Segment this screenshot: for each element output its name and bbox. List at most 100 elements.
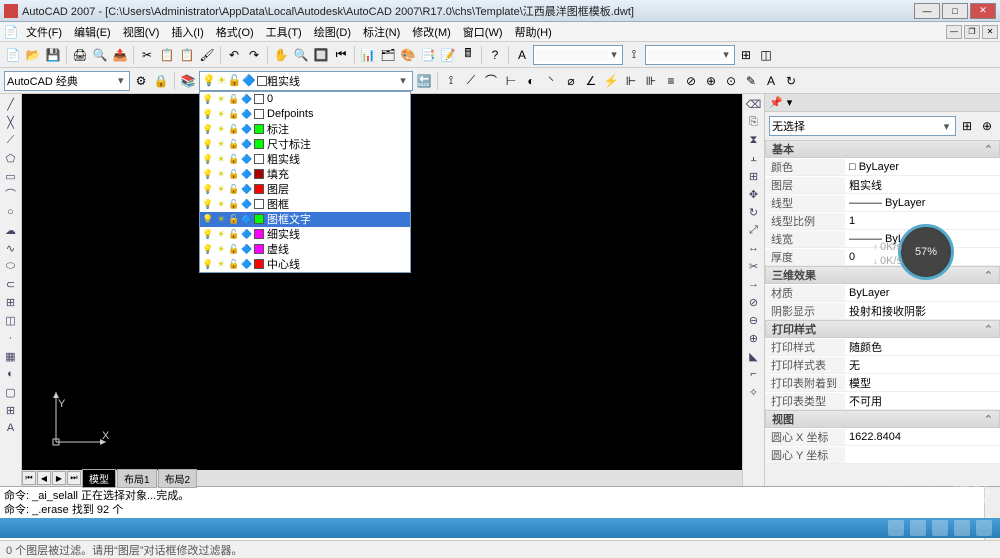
zoom-win-icon[interactable]: 🔲	[312, 46, 330, 64]
dim-break-icon[interactable]: ⊘	[682, 72, 700, 90]
ellipse-icon[interactable]: ⬭	[3, 258, 19, 274]
textstyle-icon[interactable]: A	[513, 46, 531, 64]
dimstyle-combo[interactable]: ▾	[645, 45, 735, 65]
doc-restore-button[interactable]: ❐	[964, 25, 980, 39]
break-icon[interactable]: ⊖	[746, 312, 762, 328]
tab-first-icon[interactable]: ⏮	[22, 471, 36, 485]
quickselect-icon[interactable]: ⊞	[958, 117, 976, 135]
bb-icon[interactable]	[954, 520, 970, 536]
dim-dia-icon[interactable]: ⌀	[562, 72, 580, 90]
prop-section-header[interactable]: 打印样式⌃	[765, 320, 1000, 338]
layer-mgr-icon[interactable]: 📚	[179, 72, 197, 90]
layer-item[interactable]: 💡☀🔓🔷填充	[200, 167, 410, 182]
offset-icon[interactable]: ⫠	[746, 150, 762, 166]
prop-row[interactable]: 打印表附着到模型	[765, 374, 1000, 392]
doc-close-button[interactable]: ✕	[982, 25, 998, 39]
dim-space-icon[interactable]: ≡	[662, 72, 680, 90]
copy-icon[interactable]: 📋	[158, 46, 176, 64]
dim-ang-icon[interactable]: ∠	[582, 72, 600, 90]
table-icon[interactable]: ⊞	[737, 46, 755, 64]
pickadd-icon[interactable]: ⊕	[978, 117, 996, 135]
tool-pal-icon[interactable]: 🎨	[399, 46, 417, 64]
calc-icon[interactable]: 🖩	[459, 46, 477, 64]
region-icon[interactable]: ▢	[3, 384, 19, 400]
bb-icon[interactable]	[932, 520, 948, 536]
tab-layout2[interactable]: 布局2	[158, 469, 198, 488]
hatch-icon[interactable]: ▦	[3, 348, 19, 364]
prop-row[interactable]: 颜色□ ByLayer	[765, 158, 1000, 176]
dim-jog-icon[interactable]: ⸌	[542, 72, 560, 90]
prop-row[interactable]: 打印样式表无	[765, 356, 1000, 374]
table-icon[interactable]: ⊞	[3, 402, 19, 418]
menu-file[interactable]: 文件(F)	[20, 22, 68, 42]
layer-item[interactable]: 💡☀🔓🔷尺寸标注	[200, 137, 410, 152]
markup-icon[interactable]: 📝	[439, 46, 457, 64]
dim-aligned-icon[interactable]: ⟋	[462, 72, 480, 90]
menu-edit[interactable]: 编辑(E)	[68, 22, 117, 42]
doc-minimize-button[interactable]: —	[946, 25, 962, 39]
workspace-combo[interactable]: ▾	[4, 71, 130, 91]
spline-icon[interactable]: ∿	[3, 240, 19, 256]
array-icon[interactable]: ⊞	[746, 168, 762, 184]
dim-tedit-icon[interactable]: A	[762, 72, 780, 90]
revcloud-icon[interactable]: ☁	[3, 222, 19, 238]
center-mark-icon[interactable]: ⊙	[722, 72, 740, 90]
dim-base-icon[interactable]: ⊩	[622, 72, 640, 90]
layer-dropdown[interactable]: 💡☀🔓🔷0💡☀🔓🔷Defpoints💡☀🔓🔷标注💡☀🔓🔷尺寸标注💡☀🔓🔷粗实线💡…	[199, 91, 411, 273]
prop-row[interactable]: 线型——— ByLayer	[765, 194, 1000, 212]
copy-obj-icon[interactable]: ⎘	[746, 114, 762, 130]
menu-window[interactable]: 窗口(W)	[457, 22, 509, 42]
break-pt-icon[interactable]: ⊘	[746, 294, 762, 310]
join-icon[interactable]: ⊕	[746, 330, 762, 346]
pin-icon[interactable]: 📌	[769, 96, 783, 109]
open-icon[interactable]: 📂	[24, 46, 42, 64]
layer-item[interactable]: 💡☀🔓🔷Defpoints	[200, 107, 410, 122]
ellipse-arc-icon[interactable]: ⊂	[3, 276, 19, 292]
dim-linear-icon[interactable]: ⟟	[442, 72, 460, 90]
redo-icon[interactable]: ↷	[245, 46, 263, 64]
chevron-down-icon[interactable]: ▾	[396, 74, 410, 87]
save-icon[interactable]: 💾	[44, 46, 62, 64]
layer-item[interactable]: 💡☀🔓🔷图框	[200, 197, 410, 212]
ws-settings-icon[interactable]: ⚙	[132, 72, 150, 90]
arc-icon[interactable]: ⌒	[3, 186, 19, 202]
fillet-icon[interactable]: ⌐	[746, 366, 762, 382]
bb-icon[interactable]	[976, 520, 992, 536]
trim-icon[interactable]: ✂	[746, 258, 762, 274]
mirror-icon[interactable]: ⧗	[746, 132, 762, 148]
tab-model[interactable]: 模型	[82, 469, 116, 488]
move-icon[interactable]: ✥	[746, 186, 762, 202]
layer-item[interactable]: 💡☀🔓🔷细实线	[200, 227, 410, 242]
bb-icon[interactable]	[888, 520, 904, 536]
dim-rad-icon[interactable]: ◐	[522, 72, 540, 90]
menu-format[interactable]: 格式(O)	[210, 22, 260, 42]
publish-icon[interactable]: 📤	[111, 46, 129, 64]
dimstyle-icon[interactable]: ⟟	[625, 46, 643, 64]
dim-edit-icon[interactable]: ✎	[742, 72, 760, 90]
insert-icon[interactable]: ⊞	[3, 294, 19, 310]
chevron-down-icon[interactable]: ▾	[114, 74, 127, 87]
prop-row[interactable]: 圆心 Y 坐标	[765, 446, 1000, 464]
new-icon[interactable]: 📄	[4, 46, 22, 64]
tolerance-icon[interactable]: ⊕	[702, 72, 720, 90]
scale-icon[interactable]: ⤢	[746, 222, 762, 238]
pline-icon[interactable]: ⟋	[3, 132, 19, 148]
polygon-icon[interactable]: ⬠	[3, 150, 19, 166]
prop-row[interactable]: 阴影显示投射和接收阴影	[765, 302, 1000, 320]
selection-input[interactable]	[772, 120, 940, 132]
layer-item[interactable]: 💡☀🔓🔷标注	[200, 122, 410, 137]
gradient-icon[interactable]: ◐	[3, 366, 19, 382]
bb-icon[interactable]	[910, 520, 926, 536]
maximize-button[interactable]: □	[942, 3, 968, 19]
help-icon[interactable]: ?	[486, 46, 504, 64]
zoom-rt-icon[interactable]: 🔍	[292, 46, 310, 64]
panel-menu-icon[interactable]: ▾	[787, 96, 793, 109]
selection-combo[interactable]: ▾	[769, 116, 956, 136]
explode-icon[interactable]: ✧	[746, 384, 762, 400]
prop-row[interactable]: 打印表类型不可用	[765, 392, 1000, 410]
extend-icon[interactable]: →	[746, 276, 762, 292]
erase-icon[interactable]: ⌫	[746, 96, 762, 112]
prop-row[interactable]: 材质ByLayer	[765, 284, 1000, 302]
minimize-button[interactable]: —	[914, 3, 940, 19]
circle-icon[interactable]: ○	[3, 204, 19, 220]
